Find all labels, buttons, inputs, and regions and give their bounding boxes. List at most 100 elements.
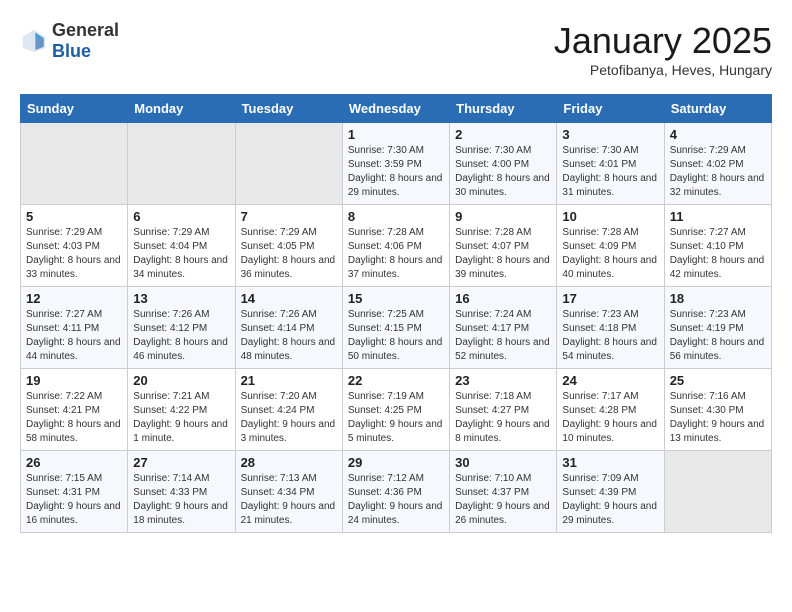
- calendar-cell: 26 Sunrise: 7:15 AM Sunset: 4:31 PM Dayli…: [21, 451, 128, 533]
- day-number: 14: [241, 291, 337, 306]
- cell-content: Sunrise: 7:10 AM Sunset: 4:37 PM Dayligh…: [455, 472, 551, 528]
- calendar-cell: [235, 123, 342, 205]
- day-number: 27: [133, 455, 229, 470]
- calendar-cell: 1 Sunrise: 7:30 AM Sunset: 3:59 PM Daylig…: [342, 123, 449, 205]
- cell-content: Sunrise: 7:28 AM Sunset: 4:09 PM Dayligh…: [562, 226, 658, 282]
- calendar-cell: 23 Sunrise: 7:18 AM Sunset: 4:27 PM Dayli…: [450, 369, 557, 451]
- calendar-cell: 11 Sunrise: 7:27 AM Sunset: 4:10 PM Dayli…: [664, 205, 771, 287]
- cell-content: Sunrise: 7:29 AM Sunset: 4:05 PM Dayligh…: [241, 226, 337, 282]
- day-number: 3: [562, 127, 658, 142]
- cell-content: Sunrise: 7:16 AM Sunset: 4:30 PM Dayligh…: [670, 390, 766, 446]
- cell-content: Sunrise: 7:26 AM Sunset: 4:14 PM Dayligh…: [241, 308, 337, 364]
- cell-content: Sunrise: 7:29 AM Sunset: 4:03 PM Dayligh…: [26, 226, 122, 282]
- day-number: 18: [670, 291, 766, 306]
- day-number: 21: [241, 373, 337, 388]
- day-number: 6: [133, 209, 229, 224]
- day-header-sunday: Sunday: [21, 95, 128, 123]
- day-number: 15: [348, 291, 444, 306]
- day-number: 17: [562, 291, 658, 306]
- calendar-cell: 27 Sunrise: 7:14 AM Sunset: 4:33 PM Dayli…: [128, 451, 235, 533]
- calendar-cell: 7 Sunrise: 7:29 AM Sunset: 4:05 PM Daylig…: [235, 205, 342, 287]
- calendar-cell: 19 Sunrise: 7:22 AM Sunset: 4:21 PM Dayli…: [21, 369, 128, 451]
- cell-content: Sunrise: 7:09 AM Sunset: 4:39 PM Dayligh…: [562, 472, 658, 528]
- day-number: 5: [26, 209, 122, 224]
- day-number: 28: [241, 455, 337, 470]
- calendar-cell: 25 Sunrise: 7:16 AM Sunset: 4:30 PM Dayli…: [664, 369, 771, 451]
- cell-content: Sunrise: 7:12 AM Sunset: 4:36 PM Dayligh…: [348, 472, 444, 528]
- day-header-tuesday: Tuesday: [235, 95, 342, 123]
- calendar-cell: 22 Sunrise: 7:19 AM Sunset: 4:25 PM Dayli…: [342, 369, 449, 451]
- day-number: 23: [455, 373, 551, 388]
- week-row-5: 26 Sunrise: 7:15 AM Sunset: 4:31 PM Dayli…: [21, 451, 772, 533]
- calendar-cell: 8 Sunrise: 7:28 AM Sunset: 4:06 PM Daylig…: [342, 205, 449, 287]
- logo-icon: [20, 27, 48, 55]
- day-number: 16: [455, 291, 551, 306]
- calendar-cell: [21, 123, 128, 205]
- cell-content: Sunrise: 7:30 AM Sunset: 4:01 PM Dayligh…: [562, 144, 658, 200]
- calendar-cell: 6 Sunrise: 7:29 AM Sunset: 4:04 PM Daylig…: [128, 205, 235, 287]
- day-number: 30: [455, 455, 551, 470]
- cell-content: Sunrise: 7:23 AM Sunset: 4:18 PM Dayligh…: [562, 308, 658, 364]
- cell-content: Sunrise: 7:30 AM Sunset: 4:00 PM Dayligh…: [455, 144, 551, 200]
- day-number: 2: [455, 127, 551, 142]
- calendar-cell: 18 Sunrise: 7:23 AM Sunset: 4:19 PM Dayli…: [664, 287, 771, 369]
- cell-content: Sunrise: 7:22 AM Sunset: 4:21 PM Dayligh…: [26, 390, 122, 446]
- day-number: 1: [348, 127, 444, 142]
- cell-content: Sunrise: 7:18 AM Sunset: 4:27 PM Dayligh…: [455, 390, 551, 446]
- cell-content: Sunrise: 7:25 AM Sunset: 4:15 PM Dayligh…: [348, 308, 444, 364]
- day-number: 13: [133, 291, 229, 306]
- cell-content: Sunrise: 7:29 AM Sunset: 4:02 PM Dayligh…: [670, 144, 766, 200]
- calendar-cell: 17 Sunrise: 7:23 AM Sunset: 4:18 PM Dayli…: [557, 287, 664, 369]
- calendar-cell: 3 Sunrise: 7:30 AM Sunset: 4:01 PM Daylig…: [557, 123, 664, 205]
- month-title: January 2025: [554, 20, 772, 62]
- logo-text: General Blue: [52, 20, 119, 62]
- day-header-friday: Friday: [557, 95, 664, 123]
- calendar-cell: 5 Sunrise: 7:29 AM Sunset: 4:03 PM Daylig…: [21, 205, 128, 287]
- cell-content: Sunrise: 7:24 AM Sunset: 4:17 PM Dayligh…: [455, 308, 551, 364]
- cell-content: Sunrise: 7:15 AM Sunset: 4:31 PM Dayligh…: [26, 472, 122, 528]
- calendar-cell: 29 Sunrise: 7:12 AM Sunset: 4:36 PM Dayli…: [342, 451, 449, 533]
- cell-content: Sunrise: 7:14 AM Sunset: 4:33 PM Dayligh…: [133, 472, 229, 528]
- cell-content: Sunrise: 7:23 AM Sunset: 4:19 PM Dayligh…: [670, 308, 766, 364]
- calendar-cell: 16 Sunrise: 7:24 AM Sunset: 4:17 PM Dayli…: [450, 287, 557, 369]
- day-number: 31: [562, 455, 658, 470]
- logo: General Blue: [20, 20, 119, 62]
- title-section: January 2025 Petofibanya, Heves, Hungary: [554, 20, 772, 78]
- day-number: 22: [348, 373, 444, 388]
- cell-content: Sunrise: 7:28 AM Sunset: 4:07 PM Dayligh…: [455, 226, 551, 282]
- day-number: 29: [348, 455, 444, 470]
- calendar-cell: 14 Sunrise: 7:26 AM Sunset: 4:14 PM Dayli…: [235, 287, 342, 369]
- day-number: 8: [348, 209, 444, 224]
- calendar-cell: 9Sunrise: 7:28 AM Sunset: 4:07 PM Daylig…: [450, 205, 557, 287]
- subtitle: Petofibanya, Heves, Hungary: [554, 62, 772, 78]
- cell-content: Sunrise: 7:28 AM Sunset: 4:06 PM Dayligh…: [348, 226, 444, 282]
- cell-content: Sunrise: 7:27 AM Sunset: 4:10 PM Dayligh…: [670, 226, 766, 282]
- day-header-saturday: Saturday: [664, 95, 771, 123]
- week-row-2: 5 Sunrise: 7:29 AM Sunset: 4:03 PM Daylig…: [21, 205, 772, 287]
- calendar-cell: 13 Sunrise: 7:26 AM Sunset: 4:12 PM Dayli…: [128, 287, 235, 369]
- day-number: 12: [26, 291, 122, 306]
- day-number: 24: [562, 373, 658, 388]
- calendar-cell: 28Sunrise: 7:13 AM Sunset: 4:34 PM Dayli…: [235, 451, 342, 533]
- cell-content: Sunrise: 7:19 AM Sunset: 4:25 PM Dayligh…: [348, 390, 444, 446]
- day-number: 11: [670, 209, 766, 224]
- cell-content: Sunrise: 7:26 AM Sunset: 4:12 PM Dayligh…: [133, 308, 229, 364]
- calendar-cell: 4Sunrise: 7:29 AM Sunset: 4:02 PM Daylig…: [664, 123, 771, 205]
- calendar-cell: 12Sunrise: 7:27 AM Sunset: 4:11 PM Dayli…: [21, 287, 128, 369]
- day-number: 26: [26, 455, 122, 470]
- header: General Blue January 2025 Petofibanya, H…: [20, 20, 772, 78]
- calendar-cell: [664, 451, 771, 533]
- week-row-4: 19 Sunrise: 7:22 AM Sunset: 4:21 PM Dayli…: [21, 369, 772, 451]
- cell-content: Sunrise: 7:17 AM Sunset: 4:28 PM Dayligh…: [562, 390, 658, 446]
- cell-content: Sunrise: 7:30 AM Sunset: 3:59 PM Dayligh…: [348, 144, 444, 200]
- day-number: 19: [26, 373, 122, 388]
- cell-content: Sunrise: 7:29 AM Sunset: 4:04 PM Dayligh…: [133, 226, 229, 282]
- cell-content: Sunrise: 7:21 AM Sunset: 4:22 PM Dayligh…: [133, 390, 229, 446]
- day-number: 10: [562, 209, 658, 224]
- calendar-cell: 31 Sunrise: 7:09 AM Sunset: 4:39 PM Dayli…: [557, 451, 664, 533]
- calendar-cell: 20Sunrise: 7:21 AM Sunset: 4:22 PM Dayli…: [128, 369, 235, 451]
- day-header-wednesday: Wednesday: [342, 95, 449, 123]
- day-header-thursday: Thursday: [450, 95, 557, 123]
- day-number: 7: [241, 209, 337, 224]
- day-number: 25: [670, 373, 766, 388]
